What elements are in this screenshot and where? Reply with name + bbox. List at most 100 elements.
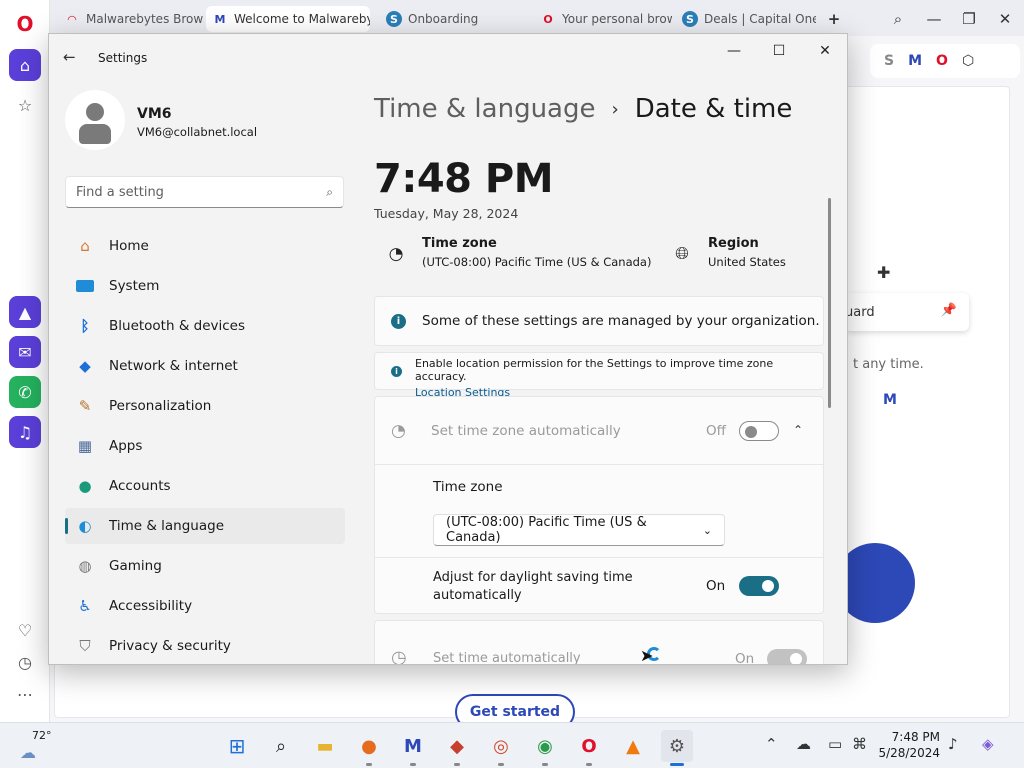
set-time-zone-auto-row[interactable]: ◔ Set time zone automatically Off ⌃ — [375, 397, 823, 465]
malwarebytes-icon[interactable]: M — [883, 392, 897, 408]
search-input[interactable] — [76, 184, 327, 200]
maximize-icon[interactable]: ☐ — [764, 40, 794, 62]
nav-item-apps[interactable]: ▦ Apps — [65, 428, 345, 464]
network-icon[interactable]: ⌘ — [852, 735, 867, 753]
title-bar: ← Settings — ☐ ✕ — [49, 34, 847, 78]
aria-icon[interactable]: ▲ — [9, 296, 41, 328]
minimize-icon[interactable]: — — [920, 6, 948, 32]
s-logo-icon: S — [682, 11, 698, 27]
bell-icon[interactable]: ♪ — [948, 735, 958, 753]
time-zone-dropdown[interactable]: (UTC-08:00) Pacific Time (US & Canada) ⌄ — [433, 514, 725, 546]
more-icon[interactable]: ⋯ — [9, 678, 41, 710]
nav-label: Home — [109, 238, 149, 254]
s-extension-icon[interactable]: S — [884, 53, 894, 69]
dst-toggle[interactable] — [739, 576, 779, 596]
opera-icon[interactable]: O — [573, 730, 605, 766]
scrollbar[interactable] — [828, 198, 831, 408]
search-icon[interactable]: ⌕ — [326, 185, 333, 200]
star-icon[interactable]: ☆ — [9, 89, 41, 121]
home-icon: ⌂ — [80, 237, 90, 255]
malwarebytes-icon[interactable]: M — [908, 53, 922, 69]
vlc-icon[interactable]: ▲ — [617, 730, 649, 762]
minimize-icon[interactable]: — — [719, 40, 749, 62]
extensions-bar: S M O ⬡ — [870, 44, 1020, 78]
avatar-body — [79, 124, 111, 144]
accounts-icon: ● — [78, 477, 92, 495]
cube-icon[interactable]: ⬡ — [962, 53, 974, 69]
opera-icon[interactable]: O — [936, 53, 948, 69]
nav-label: Accessibility — [109, 598, 193, 614]
weather-temp: 72° — [32, 729, 52, 742]
nav-item-privacy[interactable]: ⛉ Privacy & security — [65, 628, 345, 664]
chevron-up-icon[interactable]: ⌃ — [765, 735, 778, 753]
tab-1[interactable]: M Welcome to Malwarebyte — [206, 6, 370, 32]
history-icon[interactable]: ◷ — [9, 646, 41, 678]
set-time-auto-toggle[interactable] — [767, 649, 807, 664]
managed-notice-text: Some of these settings are managed by yo… — [422, 313, 820, 329]
accessibility-icon: ♿ — [78, 597, 92, 615]
close-icon[interactable]: ✕ — [810, 40, 840, 62]
weather-widget[interactable]: 72° ☁ — [18, 727, 58, 765]
clock-date[interactable]: 5/28/2024 — [878, 746, 940, 760]
chrome-icon[interactable]: ◉ — [529, 730, 561, 766]
nav-item-accessibility[interactable]: ♿ Accessibility — [65, 588, 345, 624]
search-box[interactable]: ⌕ — [65, 176, 344, 208]
settings-gear-icon[interactable]: ⚙ — [661, 730, 693, 766]
search-tabs-icon[interactable]: ⌕ — [884, 6, 912, 32]
tab-2[interactable]: S Onboarding — [380, 6, 526, 32]
toggle-state-label: On — [735, 651, 755, 665]
opera-menu-icon[interactable]: O — [9, 8, 41, 40]
nav-item-bluetooth[interactable]: ᛒ Bluetooth & devices — [65, 308, 345, 344]
chevron-up-icon[interactable]: ⌃ — [793, 423, 803, 437]
heart-icon[interactable]: ♡ — [9, 614, 41, 646]
any-time-text: t any time. — [853, 357, 924, 372]
display-icon[interactable]: ▭ — [828, 735, 842, 753]
nav-item-system[interactable]: System — [65, 268, 345, 304]
clock-time[interactable]: 7:48 PM — [892, 730, 940, 744]
cloud-icon: ☁ — [20, 743, 36, 762]
malwarebytes-icon[interactable]: M — [397, 730, 429, 766]
chevron-down-icon: ⌄ — [702, 523, 712, 537]
tab-0[interactable]: ◠ Malwarebytes Brows — [58, 6, 204, 32]
app-icon[interactable]: ◆ — [441, 730, 473, 766]
set-time-auto-label: Set time automatically — [433, 651, 581, 665]
tab-4[interactable]: S Deals | Capital One — [676, 6, 816, 32]
back-arrow-icon[interactable]: ← — [63, 48, 76, 66]
nav-label: Apps — [109, 438, 143, 454]
start-button[interactable]: ⊞ — [221, 730, 253, 762]
new-tab-button[interactable]: + — [820, 6, 848, 32]
close-icon[interactable]: ✕ — [991, 6, 1019, 32]
file-explorer-icon[interactable]: ▬ — [309, 730, 341, 762]
wifi-icon: ◆ — [79, 357, 91, 375]
messenger-icon[interactable]: ✉ — [9, 336, 41, 368]
bluetooth-icon: ᛒ — [80, 317, 90, 335]
pin-icon[interactable]: 📌 — [941, 303, 957, 318]
time-zone-title: Time zone — [422, 236, 497, 251]
tab-3[interactable]: O Your personal brows — [534, 6, 672, 32]
dst-label: Adjust for daylight saving time automati… — [433, 570, 633, 603]
nav-item-personalization[interactable]: ✎ Personalization — [65, 388, 345, 424]
nav-item-time-language[interactable]: ◐ Time & language — [65, 508, 345, 544]
set-time-zone-auto-toggle[interactable] — [739, 421, 779, 441]
copilot-icon[interactable]: ◈ — [982, 735, 994, 753]
firefox-icon[interactable]: ● — [353, 730, 385, 766]
puzzle-icon[interactable]: ✚ — [877, 263, 890, 282]
whatsapp-icon[interactable]: ✆ — [9, 376, 41, 408]
player-icon[interactable]: ♫ — [9, 416, 41, 448]
restore-icon[interactable]: ❐ — [955, 6, 983, 32]
avatar[interactable] — [65, 90, 125, 150]
content-pane: Time & language › Date & time 7:48 PM Tu… — [374, 78, 834, 665]
nav-item-gaming[interactable]: ◍ Gaming — [65, 548, 345, 584]
app-icon[interactable]: ◎ — [485, 730, 517, 766]
region-summary: 🌐︎ Region United States — [670, 236, 786, 269]
cloud-sync-icon[interactable]: ☁ — [796, 735, 811, 753]
dst-row: Adjust for daylight saving time automati… — [375, 557, 823, 615]
nav-item-accounts[interactable]: ● Accounts — [65, 468, 345, 504]
nav-item-network[interactable]: ◆ Network & internet — [65, 348, 345, 384]
search-icon[interactable]: ⌕ — [265, 730, 297, 762]
home-icon[interactable]: ⌂ — [9, 49, 41, 81]
nav-item-home[interactable]: ⌂ Home — [65, 228, 345, 264]
info-icon: i — [391, 366, 402, 377]
settings-nav: ⌂ Home System ᛒ Bluetooth & devices ◆ Ne… — [65, 228, 345, 664]
breadcrumb-parent[interactable]: Time & language — [374, 94, 595, 124]
